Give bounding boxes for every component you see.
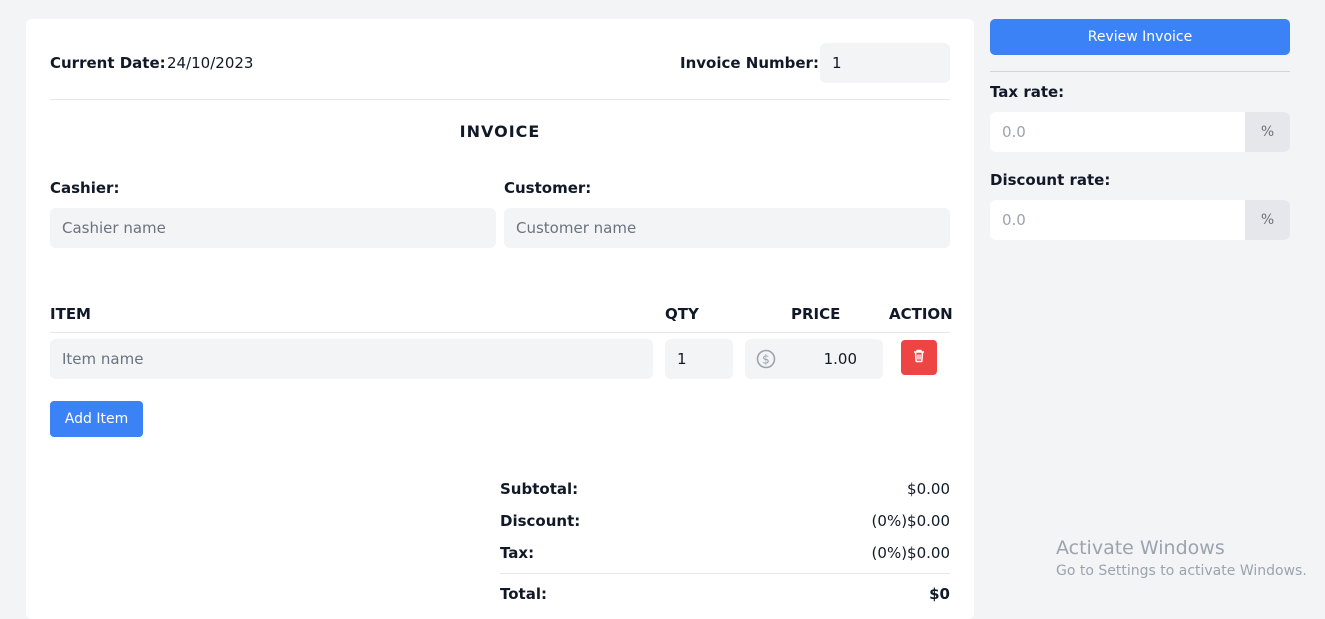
- activate-windows-title: Activate Windows: [1056, 537, 1225, 559]
- add-item-button[interactable]: Add Item: [50, 401, 143, 437]
- subtotal-value: $0.00: [907, 480, 950, 498]
- current-date-value: 24/10/2023: [167, 54, 254, 72]
- tax-rate-percent-addon: %: [1245, 112, 1290, 152]
- cashier-name-input[interactable]: [50, 208, 496, 248]
- tax-rate-label: Tax rate:: [990, 83, 1065, 101]
- invoice-title: INVOICE: [459, 122, 541, 141]
- tax-label: Tax:: [500, 544, 535, 562]
- discount-rate-input[interactable]: [990, 200, 1245, 240]
- total-label: Total:: [500, 585, 547, 603]
- discount-value: (0%)$0.00: [871, 512, 950, 530]
- header-divider: [50, 99, 950, 100]
- item-column-header: ITEM: [50, 305, 91, 323]
- invoice-number-input[interactable]: [820, 43, 950, 83]
- discount-label: Discount:: [500, 512, 581, 530]
- review-invoice-button[interactable]: Review Invoice: [990, 19, 1290, 55]
- price-field: $: [745, 339, 883, 379]
- tax-value: (0%)$0.00: [871, 544, 950, 562]
- dollar-circle-icon: $: [756, 349, 776, 369]
- trash-icon: [911, 348, 927, 368]
- tax-rate-input[interactable]: [990, 112, 1245, 152]
- discount-rate-percent-addon: %: [1245, 200, 1290, 240]
- current-date-label: Current Date:: [50, 54, 166, 72]
- cashier-label: Cashier:: [50, 179, 120, 197]
- invoice-card: Current Date: 24/10/2023 Invoice Number:…: [26, 19, 974, 619]
- table-header-divider: [50, 332, 950, 333]
- customer-label: Customer:: [504, 179, 592, 197]
- price-input[interactable]: [779, 339, 883, 379]
- activate-windows-subtitle: Go to Settings to activate Windows.: [1056, 563, 1307, 579]
- invoice-number-label: Invoice Number:: [680, 54, 819, 72]
- customer-name-input[interactable]: [504, 208, 950, 248]
- total-value: $0: [929, 585, 950, 603]
- delete-item-button[interactable]: [901, 340, 937, 375]
- item-name-input[interactable]: [50, 339, 653, 379]
- summary-divider: [500, 573, 950, 574]
- sidebar-divider: [990, 71, 1290, 72]
- qty-input[interactable]: [665, 339, 733, 379]
- price-column-header: PRICE: [791, 305, 841, 323]
- svg-text:$: $: [762, 353, 770, 367]
- subtotal-label: Subtotal:: [500, 480, 579, 498]
- action-column-header: ACTION: [889, 305, 953, 323]
- qty-column-header: QTY: [665, 305, 699, 323]
- discount-rate-label: Discount rate:: [990, 171, 1111, 189]
